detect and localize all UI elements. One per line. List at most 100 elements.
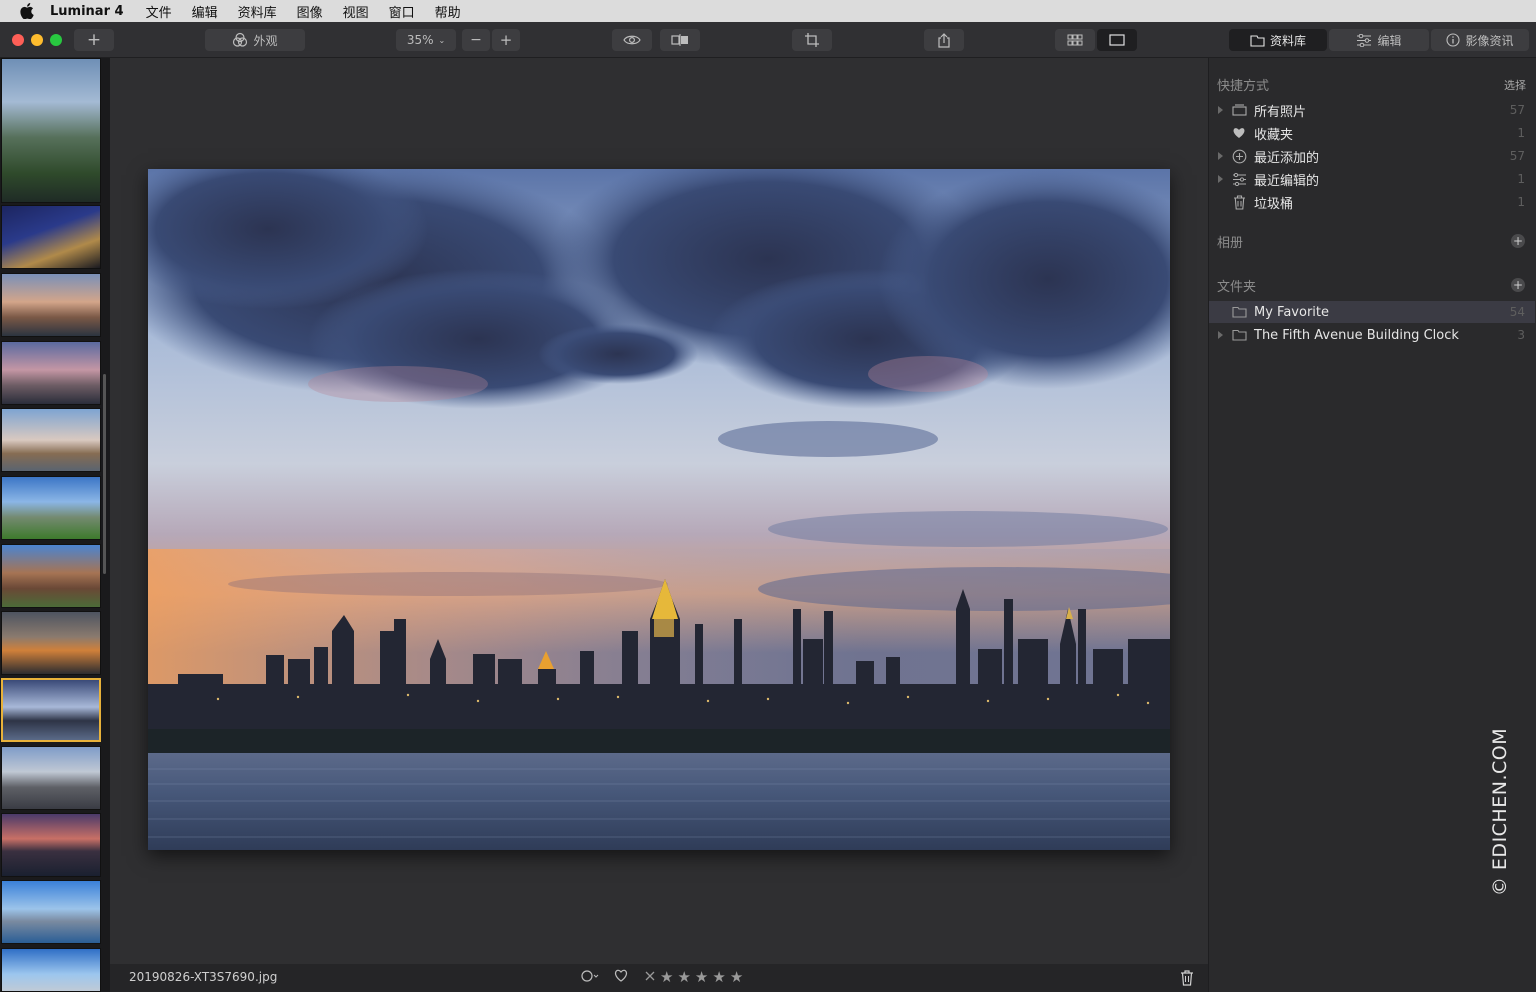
watermark-text: © EDICHEN.COM	[1489, 727, 1511, 897]
thumbnail-selected[interactable]	[1, 678, 101, 742]
looks-label: 外观	[253, 33, 278, 48]
filmstrip-scrollbar[interactable]	[103, 374, 106, 574]
delete-icon[interactable]	[1180, 970, 1194, 989]
star-icon[interactable]: ★	[677, 968, 690, 986]
crop-icon	[805, 33, 819, 47]
shortcut-count: 1	[1517, 195, 1525, 209]
single-image-icon	[1109, 34, 1125, 46]
watermark: © EDICHEN.COM	[1450, 728, 1536, 896]
add-folder-button[interactable]: +	[1511, 278, 1525, 292]
menu-edit[interactable]: 编辑	[192, 2, 218, 21]
filmstrip[interactable]	[0, 58, 110, 992]
menu-library[interactable]: 资料库	[238, 2, 277, 21]
select-button[interactable]: 选择	[1504, 77, 1526, 93]
tab-library[interactable]: 资料库	[1229, 29, 1327, 51]
color-label-icon[interactable]	[580, 969, 600, 986]
tab-info[interactable]: 影像资讯	[1431, 29, 1529, 51]
menu-window[interactable]: 窗口	[389, 2, 415, 21]
share-button[interactable]	[924, 29, 964, 51]
shortcut-all-photos[interactable]: 所有照片 57	[1209, 99, 1535, 121]
shortcut-label: 最近编辑的	[1254, 173, 1320, 189]
eye-icon	[623, 34, 641, 46]
menu-app-name[interactable]: Luminar 4	[50, 4, 124, 19]
thumbnail[interactable]	[1, 813, 101, 877]
albums-title: 相册	[1217, 236, 1244, 251]
gallery-view-button[interactable]	[1055, 29, 1095, 51]
star-icon[interactable]: ★	[660, 968, 673, 986]
folder-icon	[1231, 304, 1247, 320]
folder-item-fifth-avenue[interactable]: The Fifth Avenue Building Clock 3	[1209, 324, 1535, 346]
thumbnail[interactable]	[1, 476, 101, 540]
expand-arrow-icon[interactable]	[1218, 175, 1223, 183]
expand-arrow-icon[interactable]	[1218, 152, 1223, 160]
menu-view[interactable]: 视图	[343, 2, 369, 21]
apple-icon[interactable]	[18, 3, 36, 19]
shortcut-count: 57	[1509, 103, 1525, 117]
menu-image[interactable]: 图像	[297, 2, 323, 21]
single-view-button[interactable]	[1097, 29, 1137, 51]
thumbnail[interactable]	[1, 341, 101, 405]
crop-button[interactable]	[792, 29, 832, 51]
split-view-icon	[671, 34, 689, 46]
thumbnail[interactable]	[1, 205, 101, 269]
grid-icon	[1067, 34, 1083, 46]
heart-icon[interactable]	[614, 969, 628, 985]
star-icon[interactable]: ★	[695, 968, 708, 986]
shortcut-label: 最近添加的	[1254, 150, 1320, 166]
zoom-in-button[interactable]: +	[492, 29, 520, 51]
zoom-value: 35%	[406, 33, 434, 47]
thumbnail[interactable]	[1, 58, 101, 203]
compare-button[interactable]	[660, 29, 700, 51]
looks-icon	[232, 32, 248, 48]
thumbnail[interactable]	[1, 544, 101, 608]
looks-button[interactable]: 外观	[205, 29, 305, 51]
thumbnail[interactable]	[1, 880, 101, 944]
info-icon	[1446, 33, 1461, 47]
shortcut-recently-added[interactable]: 最近添加的 57	[1209, 145, 1535, 167]
shortcut-count: 1	[1517, 172, 1525, 186]
folder-count: 54	[1509, 305, 1525, 319]
tab-edit[interactable]: 编辑	[1329, 29, 1429, 51]
thumbnail[interactable]	[1, 408, 101, 472]
tab-info-label: 影像资讯	[1465, 33, 1514, 48]
shortcut-label: 垃圾桶	[1254, 196, 1294, 212]
zoom-select[interactable]: 35% ⌄	[396, 29, 456, 51]
chevron-down-icon: ⌄	[438, 35, 446, 45]
tab-library-label: 资料库	[1269, 33, 1306, 48]
expand-arrow-icon[interactable]	[1218, 106, 1223, 114]
bottom-bar: 20190826-XT3S7690.jpg ★ ★ ★ ★ ★	[110, 964, 1208, 992]
add-photos-button[interactable]: +	[74, 29, 114, 51]
shortcut-label: 收藏夹	[1254, 127, 1294, 143]
zoom-out-button[interactable]: −	[462, 29, 490, 51]
add-album-button[interactable]: +	[1511, 234, 1525, 248]
menu-help[interactable]: 帮助	[435, 2, 461, 21]
shortcut-trash[interactable]: 垃圾桶 1	[1209, 191, 1535, 213]
zoom-window-button[interactable]	[50, 34, 62, 46]
heart-icon	[1231, 125, 1247, 141]
folder-label: The Fifth Avenue Building Clock	[1254, 327, 1459, 343]
shortcut-label: 所有照片	[1254, 104, 1307, 120]
folder-item-my-favorite[interactable]: My Favorite 54	[1209, 301, 1535, 323]
thumbnail[interactable]	[1, 746, 101, 810]
shortcut-favorites[interactable]: 收藏夹 1	[1209, 122, 1535, 144]
thumbnail[interactable]	[1, 611, 101, 675]
share-icon	[937, 32, 951, 48]
menu-file[interactable]: 文件	[146, 2, 172, 21]
expand-arrow-icon[interactable]	[1218, 331, 1223, 339]
tab-edit-label: 编辑	[1377, 33, 1402, 48]
trash-icon	[1231, 194, 1247, 210]
menu-bar: Luminar 4 文件 编辑 资料库 图像 视图 窗口 帮助	[0, 0, 1536, 22]
shortcut-recently-edited[interactable]: 最近编辑的 1	[1209, 168, 1535, 190]
star-icon[interactable]: ★	[730, 968, 743, 986]
star-icon[interactable]: ★	[712, 968, 725, 986]
preview-button[interactable]	[612, 29, 652, 51]
folder-label: My Favorite	[1254, 304, 1329, 320]
image-viewer[interactable]	[110, 58, 1208, 964]
minimize-window-button[interactable]	[31, 34, 43, 46]
plus-icon: +	[499, 31, 513, 49]
thumbnail[interactable]	[1, 948, 101, 992]
sliders-icon	[1231, 171, 1247, 187]
reject-icon[interactable]	[644, 970, 656, 985]
thumbnail[interactable]	[1, 273, 101, 337]
close-window-button[interactable]	[12, 34, 24, 46]
